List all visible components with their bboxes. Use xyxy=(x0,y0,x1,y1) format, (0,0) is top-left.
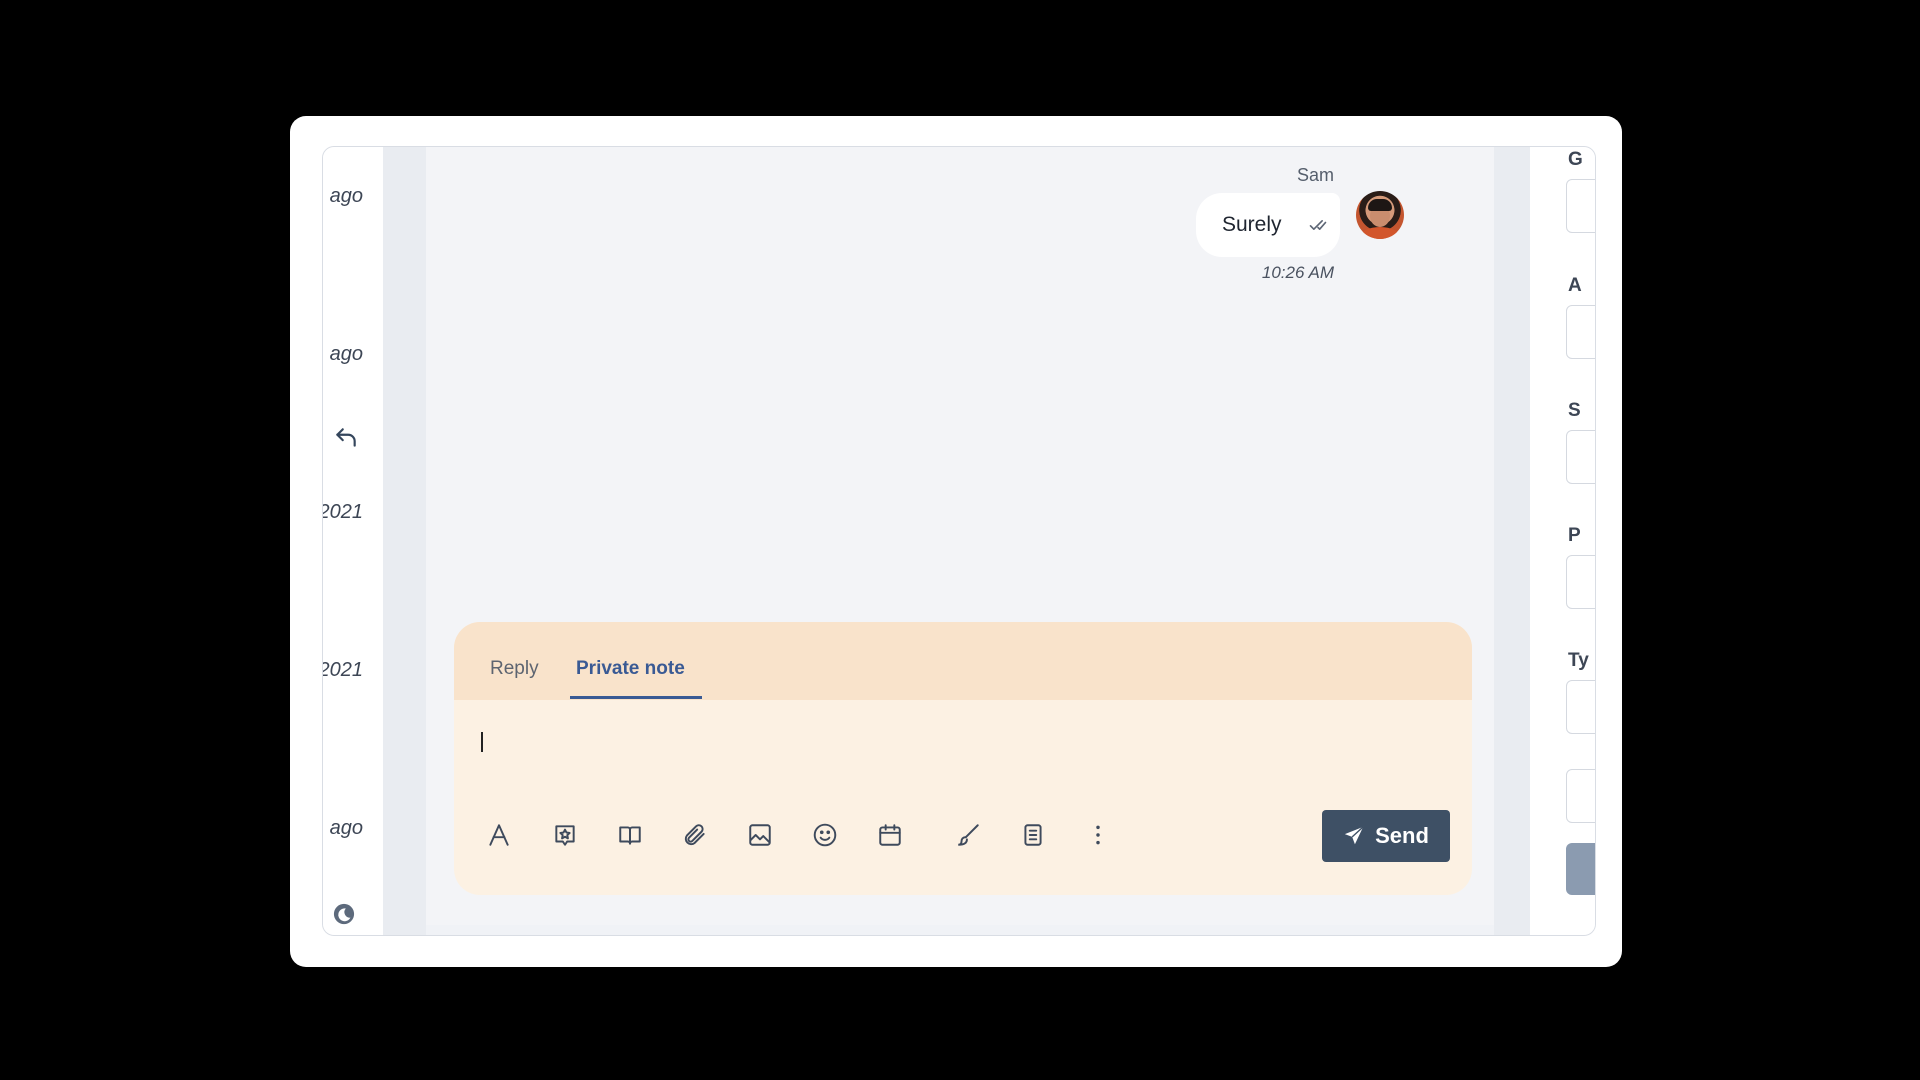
message-text: Surely xyxy=(1222,213,1282,236)
avatar[interactable] xyxy=(1356,191,1404,239)
conversation-time: ago xyxy=(329,343,363,365)
attachment-icon[interactable] xyxy=(680,820,710,850)
conversation-panel: Sam Surely 10:26 AM Reply Private note S… xyxy=(426,147,1494,925)
contact-details-panel: G A S P Ty xyxy=(1530,147,1595,935)
field-label: Ty xyxy=(1568,650,1589,671)
composer-toolbar: Send xyxy=(454,810,1472,866)
send-button[interactable]: Send xyxy=(1322,810,1450,862)
conversation-list[interactable]: ago ago 2021 2021 ago xyxy=(323,147,383,935)
conversation-time: ago xyxy=(329,817,363,839)
right-gutter xyxy=(1494,147,1530,935)
reply-composer: Reply Private note Send xyxy=(454,622,1472,895)
text-cursor xyxy=(481,732,483,752)
text-format-icon[interactable] xyxy=(484,820,514,850)
left-gutter xyxy=(383,147,426,935)
tab-private-note[interactable]: Private note xyxy=(576,658,685,680)
field-label: S xyxy=(1568,400,1581,421)
signature-icon[interactable] xyxy=(953,820,983,850)
field-input[interactable] xyxy=(1566,555,1595,609)
calendar-icon[interactable] xyxy=(875,820,905,850)
field-label: P xyxy=(1568,525,1581,546)
knowledge-base-icon[interactable] xyxy=(615,820,645,850)
conversation-time: ago xyxy=(329,185,363,207)
message-bubble[interactable]: Surely xyxy=(1196,193,1340,257)
more-options-icon[interactable] xyxy=(1083,820,1113,850)
canned-response-icon[interactable] xyxy=(550,820,580,850)
message-timestamp: 10:26 AM xyxy=(1261,263,1334,282)
active-tab-indicator xyxy=(570,696,702,699)
field-input[interactable] xyxy=(1566,680,1595,734)
emoji-icon[interactable] xyxy=(810,820,840,850)
field-input[interactable] xyxy=(1566,430,1595,484)
field-label: G xyxy=(1568,149,1583,170)
composer-tabs: Reply Private note xyxy=(454,622,1472,700)
field-input[interactable] xyxy=(1566,769,1595,823)
message-input[interactable] xyxy=(454,700,1472,800)
panel-action-button[interactable] xyxy=(1566,843,1595,895)
field-label: A xyxy=(1568,275,1582,296)
send-button-label: Send xyxy=(1375,823,1429,848)
tab-reply[interactable]: Reply xyxy=(490,658,539,680)
conversation-time: 2021 xyxy=(322,659,363,681)
field-input[interactable] xyxy=(1566,179,1595,233)
double-check-icon xyxy=(1308,215,1328,235)
reply-arrow-icon xyxy=(333,425,359,451)
field-input[interactable] xyxy=(1566,305,1595,359)
template-icon[interactable] xyxy=(1018,820,1048,850)
image-icon[interactable] xyxy=(745,820,775,850)
sender-name: Sam xyxy=(1296,165,1334,185)
send-icon xyxy=(1343,825,1365,847)
snooze-moon-icon[interactable] xyxy=(333,903,355,925)
app-window: ago ago 2021 2021 ago Sam Surely 10:26 A… xyxy=(322,146,1596,936)
conversation-time: 2021 xyxy=(322,501,363,523)
